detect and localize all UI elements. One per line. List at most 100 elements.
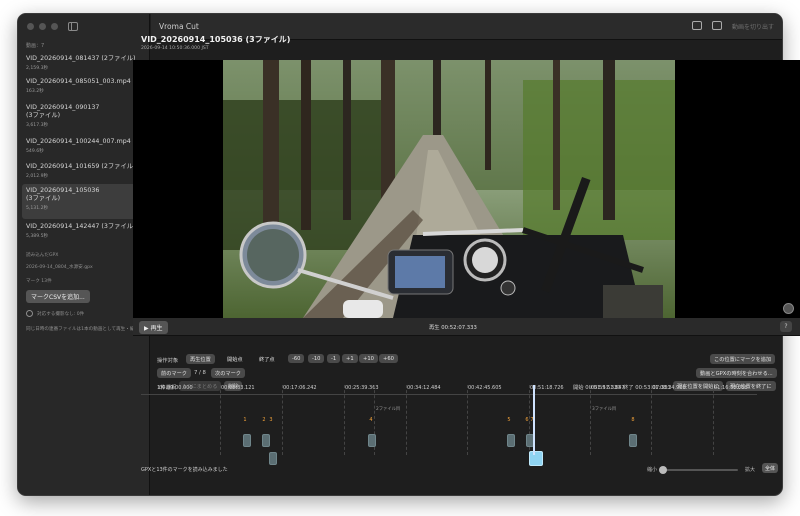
sync-gpx-button[interactable]: 動画とGPXの時刻を合わせる... bbox=[696, 368, 777, 378]
zoom-window-button[interactable] bbox=[51, 23, 58, 30]
playback-time: 再生 00:52:07.333 bbox=[429, 325, 477, 331]
step-minus-10[interactable]: -10 bbox=[308, 354, 325, 363]
mark-clip[interactable] bbox=[507, 434, 515, 447]
video-title: VID_20260914_105036 (3ファイル) bbox=[141, 35, 291, 44]
video-name: VID_20260914_101659 (2ファイル) bbox=[26, 163, 136, 170]
mark-clip[interactable] bbox=[243, 434, 251, 447]
tick-line bbox=[282, 385, 283, 455]
app-title: Vroma Cut bbox=[159, 22, 199, 31]
video-date: 2026-09-14 10:50:36.000 JST bbox=[141, 46, 209, 51]
timeline-ruler bbox=[141, 394, 757, 395]
mark-label[interactable]: 8 bbox=[629, 417, 637, 423]
video-frame-image bbox=[223, 60, 675, 318]
status-message: GPXと13件のマークを読み込みました bbox=[141, 467, 228, 473]
mark-label[interactable]: 3 bbox=[267, 417, 275, 423]
timeline-tick: 00:34:12.484 bbox=[407, 385, 441, 391]
file-label: 2ファイル目 bbox=[376, 407, 401, 412]
sidebar: 動画：7 VID_20260914_081437 (2ファイル) 2,159.3… bbox=[18, 14, 150, 495]
video-list-item[interactable]: VID_20260914_090137 (3ファイル) 3,617.3秒 bbox=[22, 101, 145, 131]
playhead[interactable] bbox=[533, 385, 535, 455]
mark-position: 7 / 8 bbox=[194, 370, 206, 376]
sidebar-toggle-icon[interactable] bbox=[68, 22, 78, 31]
gpx-file: 2026-09-14_0804_水源安.gpx bbox=[26, 265, 93, 270]
video-list-item[interactable]: VID_20260914_081437 (2ファイル) 2,159.3秒 bbox=[22, 52, 145, 74]
video-name: VID_20260914_081437 (2ファイル) bbox=[26, 55, 136, 62]
marks-header: マーク 13件 bbox=[26, 279, 52, 284]
video-list-item[interactable]: VID_20260914_101659 (2ファイル) 2,012.9秒 bbox=[22, 160, 145, 182]
step-minus-1[interactable]: -1 bbox=[327, 354, 341, 363]
step-plus-60[interactable]: +60 bbox=[379, 354, 398, 363]
target-end-button[interactable]: 終了点 bbox=[255, 354, 279, 364]
tick-line bbox=[713, 385, 714, 455]
mark-label[interactable]: 7 bbox=[528, 417, 536, 423]
mark-clip[interactable] bbox=[269, 452, 277, 465]
file-label: 3ファイル目 bbox=[592, 407, 617, 412]
timeline-tick: 00:17:06.242 bbox=[283, 385, 317, 391]
step-minus-60[interactable]: -60 bbox=[288, 354, 305, 363]
prev-mark-button[interactable]: 前のマーク bbox=[157, 368, 191, 378]
mark-label[interactable]: 5 bbox=[505, 417, 513, 423]
video-duration: 3,617.3秒 bbox=[26, 123, 49, 128]
play-button[interactable]: ▶ 再生 bbox=[139, 321, 168, 334]
video-duration: 5,389.5秒 bbox=[26, 234, 49, 239]
zoom-slider-knob[interactable] bbox=[659, 466, 667, 474]
folder-add-icon[interactable] bbox=[692, 21, 702, 30]
timeline-tick: 00:59:51.847 bbox=[591, 385, 625, 391]
help-button[interactable]: ? bbox=[780, 321, 792, 332]
target-label: 操作対象 bbox=[157, 358, 179, 364]
unmatched-info: 対応する撮影なし: 0件 bbox=[26, 310, 84, 317]
mark-label[interactable]: 4 bbox=[367, 417, 375, 423]
add-mark-button[interactable]: この位置にマークを追加 bbox=[710, 354, 776, 364]
gpx-header: 読み込んだGPX bbox=[26, 253, 59, 258]
selected-mark-clip[interactable] bbox=[529, 451, 543, 466]
timeline-tick: 01:08:24.968 bbox=[652, 385, 686, 391]
video-player[interactable] bbox=[133, 60, 800, 318]
minimize-window-button[interactable] bbox=[39, 23, 46, 30]
timeline-tick: 01:16:58.088 bbox=[714, 385, 748, 391]
video-name: VID_20260914_090137 (3ファイル) bbox=[26, 104, 100, 119]
mark-clip[interactable] bbox=[262, 434, 270, 447]
timeline-tick: 00:51:18.726 bbox=[530, 385, 564, 391]
tick-line bbox=[220, 385, 221, 455]
step-plus-1[interactable]: +1 bbox=[342, 354, 358, 363]
export-button[interactable]: 動画を切り出す bbox=[732, 22, 774, 31]
zoom-slider[interactable] bbox=[659, 466, 738, 474]
timeline-tick: 00:08:33.121 bbox=[221, 385, 255, 391]
target-playhead-button[interactable]: 再生位置 bbox=[186, 354, 215, 364]
step-plus-10[interactable]: +10 bbox=[359, 354, 378, 363]
zoom-in-label: 拡大 bbox=[745, 467, 756, 473]
video-list-item[interactable]: VID_20260914_100244_007.mp4 549.6秒 bbox=[22, 135, 145, 157]
video-list-item[interactable]: VID_20260914_085051_003.mp4 163.2秒 bbox=[22, 75, 145, 97]
sidebar-note: 同じ日時の連番ファイルは1本の動画として再生・編... bbox=[26, 327, 139, 332]
map-icon[interactable] bbox=[712, 21, 722, 30]
video-duration: 2,159.3秒 bbox=[26, 66, 49, 71]
video-duration: 2,012.9秒 bbox=[26, 174, 49, 179]
close-window-button[interactable] bbox=[27, 23, 34, 30]
video-list-item-selected[interactable]: VID_20260914_105036 (3ファイル) 5,131.2秒 bbox=[22, 184, 145, 219]
mark-clip[interactable] bbox=[629, 434, 637, 447]
video-duration: 5,131.2秒 bbox=[26, 206, 49, 211]
timeline-tick: 00:42:45.605 bbox=[468, 385, 502, 391]
video-list-item[interactable]: VID_20260914_142447 (3ファイル) 5,389.5秒 bbox=[22, 220, 145, 242]
tick-line bbox=[344, 385, 345, 455]
video-frame bbox=[223, 60, 675, 318]
unmatched-label: 対応する撮影なし: 0件 bbox=[37, 311, 85, 317]
tick-line bbox=[467, 385, 468, 455]
timeline-tick: 00:00:00.000 bbox=[159, 385, 193, 391]
video-duration: 549.6秒 bbox=[26, 149, 44, 154]
video-name: VID_20260914_142447 (3ファイル) bbox=[26, 223, 136, 230]
file-boundary-line bbox=[590, 385, 591, 455]
zoom-out-label: 縮小 bbox=[647, 467, 658, 473]
video-name: VID_20260914_085051_003.mp4 bbox=[26, 78, 131, 85]
mark-label[interactable]: 1 bbox=[241, 417, 249, 423]
mark-clip[interactable] bbox=[368, 434, 376, 447]
tick-line bbox=[406, 385, 407, 455]
next-mark-button[interactable]: 次のマーク bbox=[211, 368, 245, 378]
target-start-button[interactable]: 開始点 bbox=[223, 354, 247, 364]
zoom-all-button[interactable]: 全体 bbox=[762, 463, 779, 473]
timeline[interactable]: 00:00:00.000 00:08:33.121 00:17:06.242 0… bbox=[141, 385, 757, 466]
video-duration: 163.2秒 bbox=[26, 89, 44, 94]
add-mark-csv-button[interactable]: マークCSVを追加... bbox=[26, 290, 90, 303]
expand-icon[interactable] bbox=[783, 303, 794, 314]
video-count: 動画：7 bbox=[26, 43, 45, 49]
